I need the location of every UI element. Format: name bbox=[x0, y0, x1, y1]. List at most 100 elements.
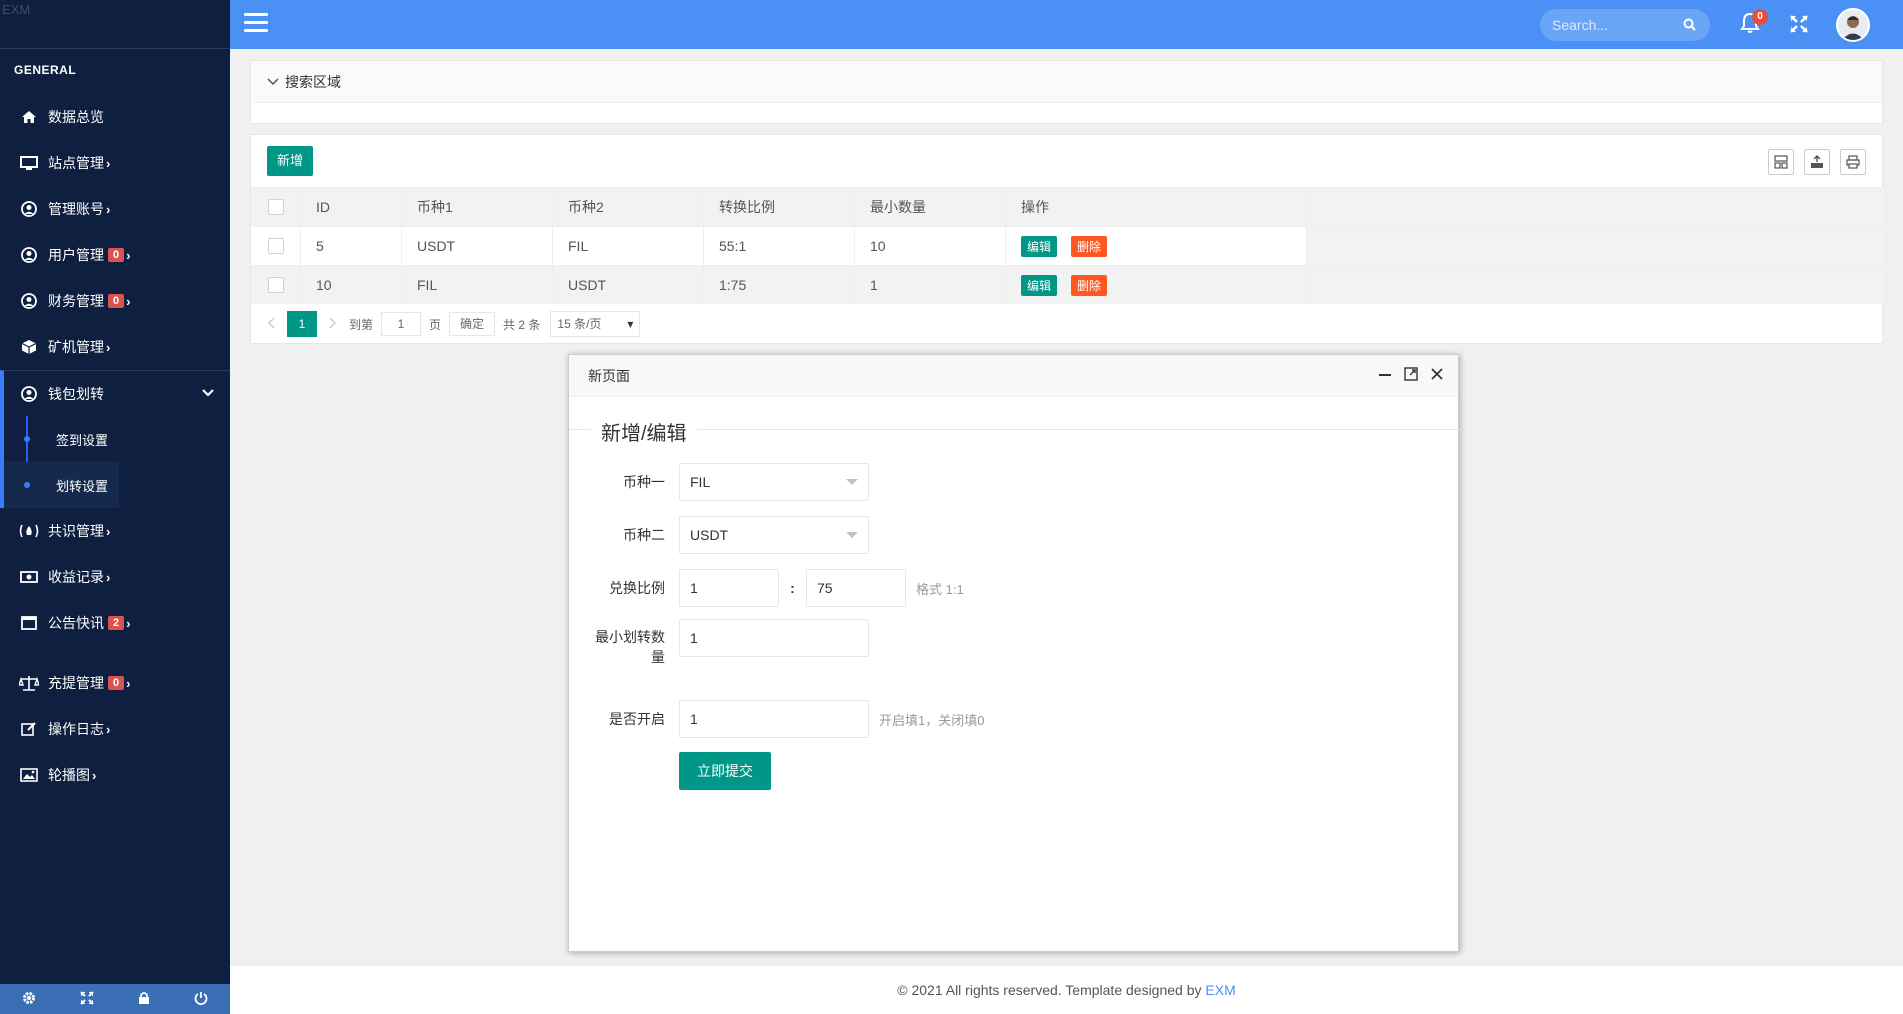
monitor-icon bbox=[18, 154, 40, 172]
select-all-cell bbox=[251, 188, 301, 226]
columns-filter-icon[interactable] bbox=[1768, 149, 1794, 175]
search-icon[interactable] bbox=[1683, 18, 1696, 34]
home-icon bbox=[18, 108, 40, 126]
row-checkbox[interactable] bbox=[267, 277, 284, 293]
cell-coin1: USDT bbox=[402, 227, 553, 265]
cell-ratio: 1:75 bbox=[704, 266, 855, 304]
add-button[interactable]: 新增 bbox=[267, 146, 314, 176]
edit-button[interactable]: 编辑 bbox=[1021, 235, 1058, 257]
ratio-left-input[interactable]: 1 bbox=[679, 569, 779, 607]
lock-icon[interactable] bbox=[138, 991, 150, 1008]
chevron-right-icon: › bbox=[126, 293, 131, 309]
modal-header: 新页面 bbox=[569, 355, 1458, 397]
menu-toggle-icon[interactable] bbox=[244, 13, 268, 35]
caret-down-icon: ▾ bbox=[627, 317, 634, 331]
per-page-select[interactable]: 15 条/页 ▾ bbox=[550, 311, 641, 337]
export-icon[interactable] bbox=[1804, 149, 1830, 175]
row-checkbox[interactable] bbox=[267, 238, 284, 254]
notification-count-badge: 0 bbox=[1752, 9, 1768, 25]
sidebar-item-label: 收益记录 bbox=[48, 569, 104, 585]
current-page-button[interactable]: 1 bbox=[287, 311, 317, 337]
coin2-select[interactable]: USDT bbox=[679, 516, 869, 554]
sidebar-item-overview[interactable]: 数据总览 bbox=[0, 94, 230, 140]
maximize-icon[interactable] bbox=[1404, 367, 1418, 384]
delete-button[interactable]: 删除 bbox=[1071, 235, 1108, 257]
minimize-icon[interactable] bbox=[1378, 367, 1392, 384]
table-panel: 新增 ID 币种1 币种2 转换比例 最小数量 操作 5 USDT FIL 55… bbox=[250, 134, 1884, 344]
select-all-checkbox[interactable] bbox=[267, 199, 284, 215]
goto-label: 到第 bbox=[349, 317, 374, 332]
search-panel: 搜索区域 bbox=[250, 60, 1883, 124]
table-toolbar bbox=[1768, 149, 1866, 175]
gear-icon[interactable] bbox=[22, 991, 36, 1008]
sidebar-item-earnings[interactable]: 收益记录 › bbox=[0, 554, 230, 600]
sidebar-item-announcements[interactable]: 公告快讯 2 › bbox=[0, 600, 230, 646]
delete-button[interactable]: 删除 bbox=[1071, 274, 1108, 296]
sidebar-item-site[interactable]: 站点管理 › bbox=[0, 140, 230, 186]
bullet-icon bbox=[24, 482, 30, 488]
sidebar-item-logs[interactable]: 操作日志 › bbox=[0, 706, 230, 752]
column-header: 最小数量 bbox=[855, 188, 1006, 226]
goto-page-input[interactable]: 1 bbox=[381, 312, 422, 336]
form-row-coin2: 币种二 USDT bbox=[569, 516, 1460, 554]
page-label: 页 bbox=[429, 317, 442, 332]
table-filler bbox=[1307, 266, 1884, 304]
next-page-icon[interactable] bbox=[329, 316, 337, 332]
column-header: ID bbox=[301, 188, 402, 226]
sidebar-item-finance[interactable]: 财务管理 0 › bbox=[0, 278, 230, 324]
min-input[interactable]: 1 bbox=[679, 619, 869, 657]
power-icon[interactable] bbox=[194, 991, 208, 1008]
cell-min: 10 bbox=[855, 227, 1006, 265]
close-icon[interactable] bbox=[1430, 367, 1444, 384]
sidebar-footer bbox=[0, 984, 230, 1014]
search-panel-header[interactable]: 搜索区域 bbox=[251, 61, 1882, 103]
open-input[interactable]: 1 bbox=[679, 700, 869, 738]
search-input[interactable]: Search... bbox=[1540, 9, 1710, 41]
open-hint: 开启填1，关闭填0 bbox=[879, 712, 985, 728]
cell-actions: 编辑 删除 bbox=[1006, 266, 1307, 304]
fullscreen-icon[interactable] bbox=[80, 990, 94, 1008]
coin1-label: 币种一 bbox=[623, 474, 665, 490]
sidebar-item-deposit-withdraw[interactable]: 充提管理 0 › bbox=[0, 660, 230, 706]
fieldset-line bbox=[569, 429, 1460, 430]
notification-bell[interactable]: 0 bbox=[1740, 9, 1768, 37]
ratio-hint: 格式 1:1 bbox=[916, 581, 964, 597]
sidebar-item-carousel[interactable]: 轮播图 › bbox=[0, 752, 230, 798]
caret-down-icon bbox=[846, 532, 858, 538]
chevron-right-icon: › bbox=[106, 155, 111, 171]
coin1-select[interactable]: FIL bbox=[679, 463, 869, 501]
column-header: 操作 bbox=[1006, 188, 1307, 226]
submenu-wallet-transfer: 签到设置 划转设置 bbox=[0, 416, 230, 508]
chevron-down-icon bbox=[202, 385, 214, 401]
ratio-right-input[interactable]: 75 bbox=[806, 569, 906, 607]
prev-page-icon[interactable] bbox=[267, 316, 275, 332]
sidebar-item-label: 操作日志 bbox=[48, 721, 104, 737]
edit-button[interactable]: 编辑 bbox=[1021, 274, 1058, 296]
table-filler bbox=[1307, 188, 1884, 226]
submit-button[interactable]: 立即提交 bbox=[679, 752, 771, 790]
chevron-right-icon: › bbox=[126, 675, 131, 691]
sidebar-item-users[interactable]: 用户管理 0 › bbox=[0, 232, 230, 278]
sidebar-item-wallet-transfer[interactable]: 钱包划转 bbox=[0, 370, 230, 416]
image-icon bbox=[18, 766, 40, 784]
print-icon[interactable] bbox=[1840, 149, 1866, 175]
edit-icon bbox=[18, 720, 40, 738]
sidebar-item-label: 财务管理 bbox=[48, 293, 104, 309]
sidebar-subitem-transfer[interactable]: 划转设置 bbox=[4, 462, 119, 508]
footer-brand-link[interactable]: EXM bbox=[1205, 982, 1235, 998]
sidebar-item-consensus[interactable]: 共识管理 › bbox=[0, 508, 230, 554]
column-header: 币种2 bbox=[553, 188, 704, 226]
coin1-value: FIL bbox=[690, 474, 711, 490]
sidebar-item-admin[interactable]: 管理账号 › bbox=[0, 186, 230, 232]
table-row: 5 USDT FIL 55:1 10 编辑 删除 bbox=[251, 226, 1884, 265]
sidebar-item-miner[interactable]: 矿机管理 › bbox=[0, 324, 230, 370]
fullscreen-toggle-icon[interactable] bbox=[1790, 15, 1808, 36]
sidebar-subitem-signin[interactable]: 签到设置 bbox=[4, 416, 230, 462]
per-page-value: 15 条/页 bbox=[557, 317, 602, 331]
sidebar-item-label: 管理账号 bbox=[48, 201, 104, 217]
caret-down-icon bbox=[846, 479, 858, 485]
sidebar-subitem-label: 划转设置 bbox=[56, 478, 109, 494]
goto-confirm-button[interactable]: 确定 bbox=[449, 312, 496, 336]
user-avatar[interactable] bbox=[1836, 8, 1870, 42]
chevron-right-icon: › bbox=[106, 569, 111, 585]
